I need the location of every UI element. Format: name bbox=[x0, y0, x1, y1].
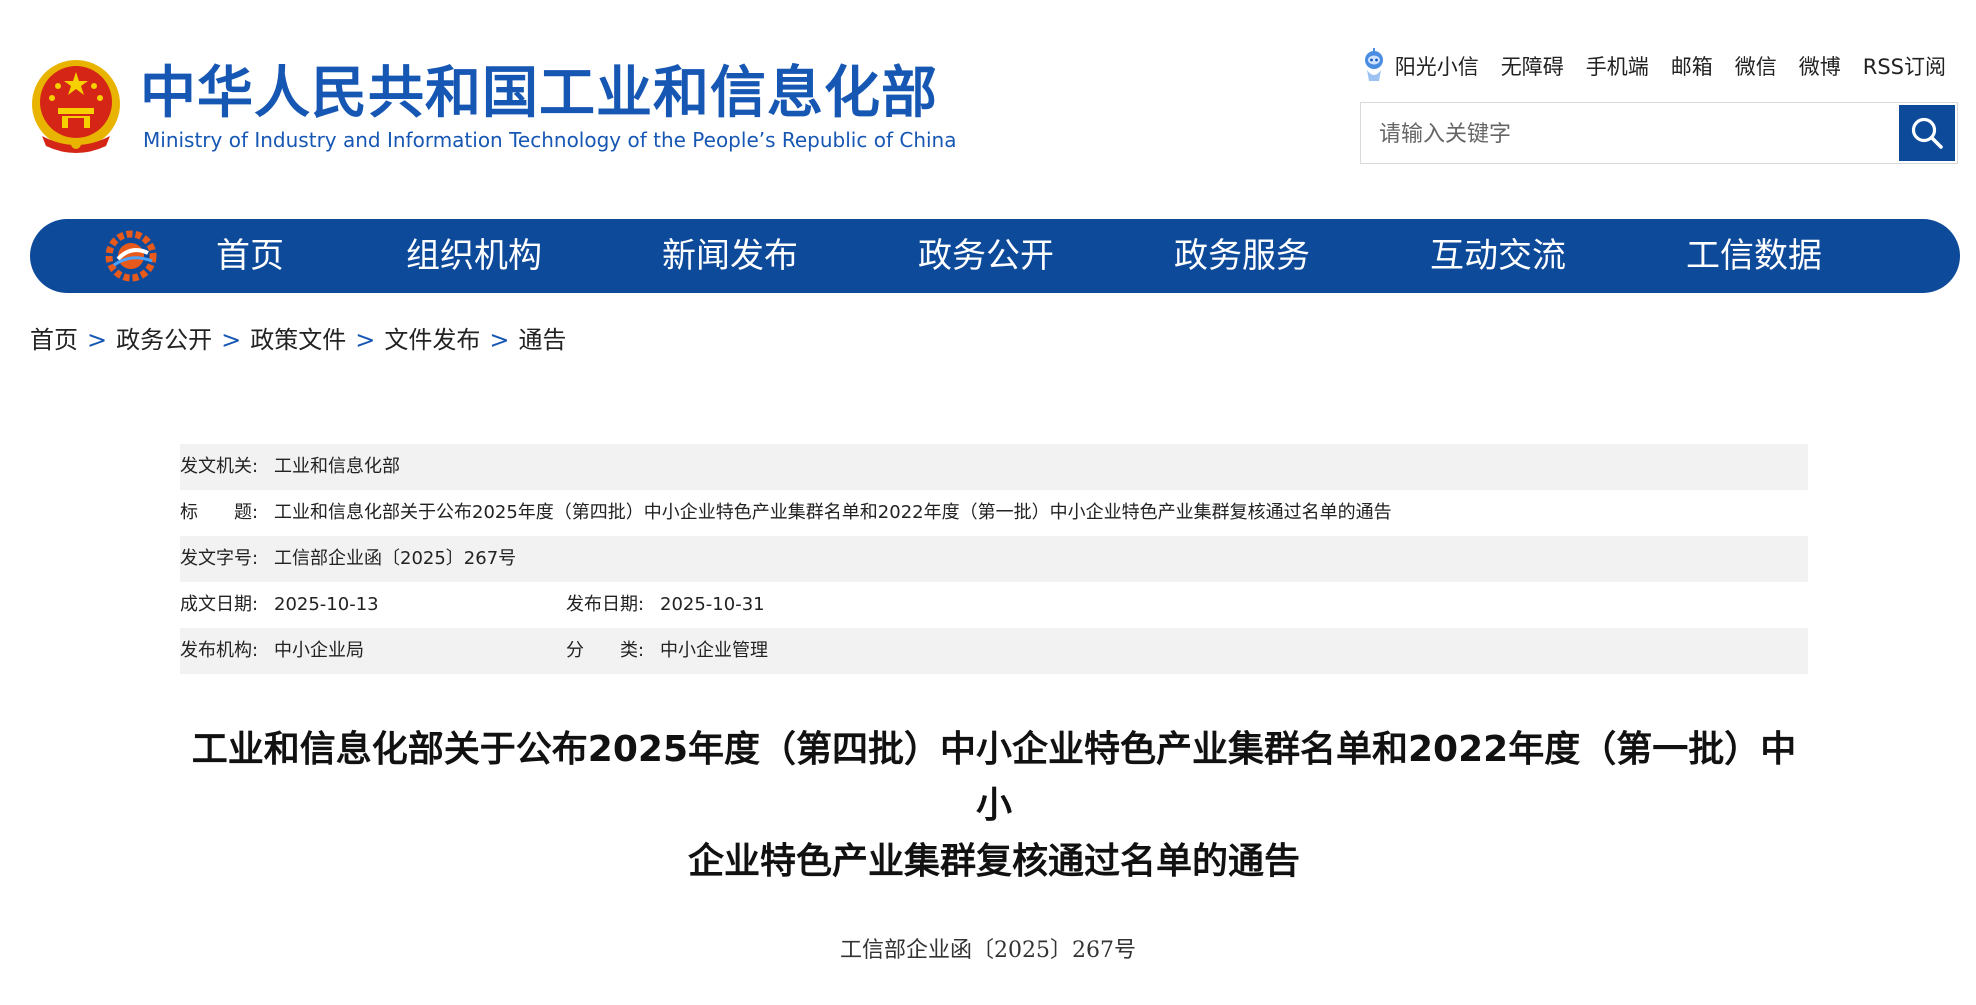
nav-item-government-affairs[interactable]: 政务公开 bbox=[918, 219, 1054, 293]
nav-item-data[interactable]: 工信数据 bbox=[1686, 219, 1822, 293]
site-title[interactable]: 中华人民共和国工业和信息化部 bbox=[140, 62, 938, 126]
link-weibo[interactable]: 微博 bbox=[1799, 51, 1841, 81]
robot-icon[interactable] bbox=[1361, 48, 1387, 84]
breadcrumb-separator: > bbox=[489, 326, 510, 354]
search-button[interactable] bbox=[1899, 105, 1955, 161]
article-title-line: 企业特色产业集群复核通过名单的通告 bbox=[687, 841, 1300, 882]
document-meta-table: 发文机关: 工业和信息化部 标 题: 工业和信息化部关于公布2025年度（第四批… bbox=[180, 444, 1808, 674]
nav-item-interaction[interactable]: 互动交流 bbox=[1430, 219, 1566, 293]
link-sunshine-xiaoxin[interactable]: 阳光小信 bbox=[1395, 51, 1479, 81]
meta-label: 发文字号: bbox=[180, 548, 259, 569]
breadcrumb-home[interactable]: 首页 bbox=[30, 326, 78, 354]
main-nav: 首页 组织机构 新闻发布 政务公开 政务服务 互动交流 工信数据 bbox=[30, 219, 1960, 293]
meta-org: 中小企业局 bbox=[274, 640, 364, 661]
breadcrumb-separator: > bbox=[355, 326, 376, 354]
article-title: 工业和信息化部关于公布2025年度（第四批）中小企业特色产业集群名单和2022年… bbox=[180, 722, 1808, 890]
top-links: 阳光小信 无障碍 手机端 邮箱 微信 微博 RSS订阅 bbox=[1361, 48, 1946, 84]
search-icon bbox=[1911, 117, 1943, 149]
meta-label: 分 类: bbox=[566, 640, 645, 661]
article-title-line: 工业和信息化部关于公布2025年度（第四批）中小企业特色产业集群名单和2022年… bbox=[191, 729, 1797, 826]
nav-item-home[interactable]: 首页 bbox=[216, 219, 284, 293]
breadcrumb-separator: > bbox=[221, 326, 242, 354]
search-box bbox=[1360, 102, 1958, 165]
breadcrumb-separator: > bbox=[87, 326, 108, 354]
meta-row-issuer: 发文机关: 工业和信息化部 bbox=[180, 444, 1808, 490]
page: 中华人民共和国工业和信息化部 Ministry of Industry and … bbox=[0, 0, 1976, 1005]
link-rss[interactable]: RSS订阅 bbox=[1863, 51, 1946, 81]
meta-label: 发布机构: bbox=[180, 640, 259, 661]
miit-logo-icon[interactable] bbox=[104, 229, 158, 283]
national-emblem-icon bbox=[32, 60, 120, 153]
meta-category: 中小企业管理 bbox=[660, 640, 768, 661]
breadcrumb: 首页 > 政务公开 > 政策文件 > 文件发布 > 通告 bbox=[30, 324, 566, 356]
meta-row-title: 标 题: 工业和信息化部关于公布2025年度（第四批）中小企业特色产业集群名单和… bbox=[180, 490, 1808, 536]
meta-label: 发文机关: bbox=[180, 456, 259, 477]
meta-label: 成文日期: bbox=[180, 594, 259, 615]
breadcrumb-document-release[interactable]: 文件发布 bbox=[384, 326, 480, 354]
meta-written-date: 2025-10-13 bbox=[274, 594, 379, 615]
meta-label: 标 题: bbox=[180, 502, 259, 523]
meta-docno: 工信部企业函〔2025〕267号 bbox=[274, 548, 517, 569]
site-title-english[interactable]: Ministry of Industry and Information Tec… bbox=[143, 128, 956, 152]
nav-item-news[interactable]: 新闻发布 bbox=[662, 219, 798, 293]
meta-row-docno: 发文字号: 工信部企业函〔2025〕267号 bbox=[180, 536, 1808, 582]
meta-issuer: 工业和信息化部 bbox=[274, 456, 400, 477]
meta-title: 工业和信息化部关于公布2025年度（第四批）中小企业特色产业集群名单和2022年… bbox=[274, 502, 1392, 523]
breadcrumb-government-affairs[interactable]: 政务公开 bbox=[116, 326, 212, 354]
breadcrumb-policy-documents[interactable]: 政策文件 bbox=[250, 326, 346, 354]
nav-item-organization[interactable]: 组织机构 bbox=[406, 219, 542, 293]
meta-published-date: 2025-10-31 bbox=[660, 594, 765, 615]
nav-item-government-services[interactable]: 政务服务 bbox=[1174, 219, 1310, 293]
meta-row-dates: 成文日期: 2025-10-13 发布日期: 2025-10-31 bbox=[180, 582, 1808, 628]
meta-label: 发布日期: bbox=[566, 594, 645, 615]
link-mailbox[interactable]: 邮箱 bbox=[1671, 51, 1713, 81]
search-input[interactable] bbox=[1377, 103, 1851, 165]
meta-row-org: 发布机构: 中小企业局 分 类: 中小企业管理 bbox=[180, 628, 1808, 674]
link-mobile[interactable]: 手机端 bbox=[1586, 51, 1649, 81]
link-accessibility[interactable]: 无障碍 bbox=[1501, 51, 1564, 81]
article-document-number: 工信部企业函〔2025〕267号 bbox=[840, 938, 1136, 963]
link-wechat[interactable]: 微信 bbox=[1735, 51, 1777, 81]
breadcrumb-notice[interactable]: 通告 bbox=[518, 326, 566, 354]
